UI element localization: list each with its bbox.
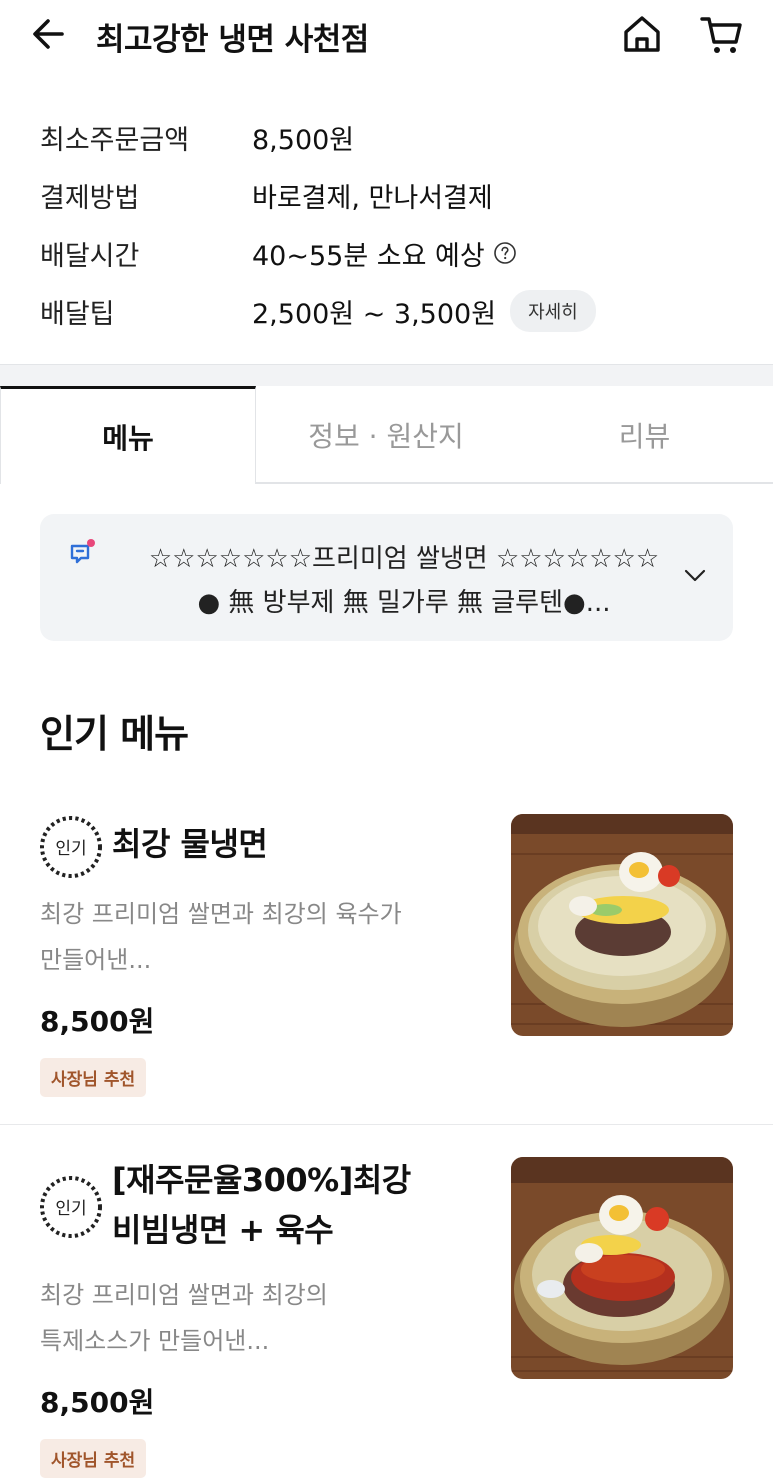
menu-name: 최강 물냉면 <box>112 825 268 863</box>
owner-recommend-badge: 사장님 추천 <box>40 1439 147 1478</box>
detail-button[interactable]: 자세히 <box>510 290 596 332</box>
notice-icon <box>70 539 95 564</box>
menu-item[interactable]: 인기 최강 물냉면 최강 프리미엄 쌀면과 최강의 육수가 만들어낸... 8,… <box>0 800 773 1125</box>
tab-bar: 메뉴 정보 · 원산지 리뷰 <box>0 386 773 484</box>
home-button[interactable] <box>620 12 664 56</box>
delivery-time-value-wrap: 40~55분 소요 예상 <box>252 234 517 273</box>
menu-price: 8,500원 <box>40 1005 155 1038</box>
menu-name-line1: [재주문율300%]최강 <box>112 1161 411 1199</box>
payment-row: 결제방법 바로결제, 만나서결제 <box>40 166 596 224</box>
payment-value: 바로결제, 만나서결제 <box>252 182 493 214</box>
menu-desc-line2: 특제소스가 만들어낸... <box>40 1327 270 1355</box>
chevron-down-icon[interactable] <box>683 565 707 585</box>
cart-icon <box>700 17 742 53</box>
delivery-time-label: 배달시간 <box>40 240 140 272</box>
menu-desc-line2: 만들어낸... <box>40 946 152 974</box>
popular-badge-text: 인기 <box>55 839 86 859</box>
min-order-label: 최소주문금액 <box>40 124 190 156</box>
popular-menu-title: 인기 메뉴 <box>40 712 189 756</box>
store-info: 최소주문금액 8,500원 결제방법 바로결제, 만나서결제 배달시간 40~5… <box>40 108 596 340</box>
delivery-time-row: 배달시간 40~55분 소요 예상 <box>40 224 596 282</box>
popular-badge-icon: 인기 <box>40 1176 102 1238</box>
menu-name-line2: 비빔냉면 + 육수 <box>112 1211 334 1249</box>
home-icon <box>624 16 660 52</box>
popular-badge-text: 인기 <box>55 1199 86 1219</box>
owner-recommend-badge: 사장님 추천 <box>40 1058 147 1097</box>
tab-reviews[interactable]: 리뷰 <box>516 386 773 484</box>
question-circle-icon[interactable] <box>493 241 517 265</box>
min-order-row: 최소주문금액 8,500원 <box>40 108 596 166</box>
arrow-left-icon <box>33 19 64 49</box>
menu-item[interactable]: 인기 [재주문율300%]최강 비빔냉면 + 육수 최강 프리미엄 쌀면과 최강… <box>0 1125 773 1479</box>
delivery-tip-value: 2,500원 ~ 3,500원 <box>252 298 497 330</box>
menu-price: 8,500원 <box>40 1386 155 1419</box>
delivery-time-value: 40~55분 소요 예상 <box>252 240 485 272</box>
delivery-tip-value-wrap: 2,500원 ~ 3,500원 자세히 <box>252 290 596 332</box>
notice-text-line2: ● 無 방부제 無 밀가루 無 글루텐●... <box>197 588 611 618</box>
tab-menu[interactable]: 메뉴 <box>0 386 256 484</box>
food-image-mul-naengmyeon <box>511 814 733 1036</box>
cart-button[interactable] <box>698 12 746 56</box>
payment-label: 결제방법 <box>40 182 140 214</box>
food-image-bibim-naengmyeon <box>511 1157 733 1379</box>
back-button[interactable] <box>28 14 72 54</box>
page-title: 최고강한 냉면 사천점 <box>96 22 369 58</box>
delivery-tip-label: 배달팁 <box>40 298 115 330</box>
menu-desc-line1: 최강 프리미엄 쌀면과 최강의 <box>40 1281 328 1309</box>
store-notice[interactable]: ☆☆☆☆☆☆☆프리미엄 쌀냉면 ☆☆☆☆☆☆☆ ● 無 방부제 無 밀가루 無 … <box>40 514 733 641</box>
notice-text-line1: ☆☆☆☆☆☆☆프리미엄 쌀냉면 ☆☆☆☆☆☆☆ <box>148 544 660 574</box>
app-header: 최고강한 냉면 사천점 <box>0 0 773 70</box>
delivery-tip-row: 배달팁 2,500원 ~ 3,500원 자세히 <box>40 282 596 340</box>
min-order-value: 8,500원 <box>252 124 355 156</box>
popular-badge-icon: 인기 <box>40 816 102 878</box>
tab-info-origin[interactable]: 정보 · 원산지 <box>256 386 516 484</box>
section-divider <box>0 364 773 386</box>
menu-desc-line1: 최강 프리미엄 쌀면과 최강의 육수가 <box>40 900 402 928</box>
